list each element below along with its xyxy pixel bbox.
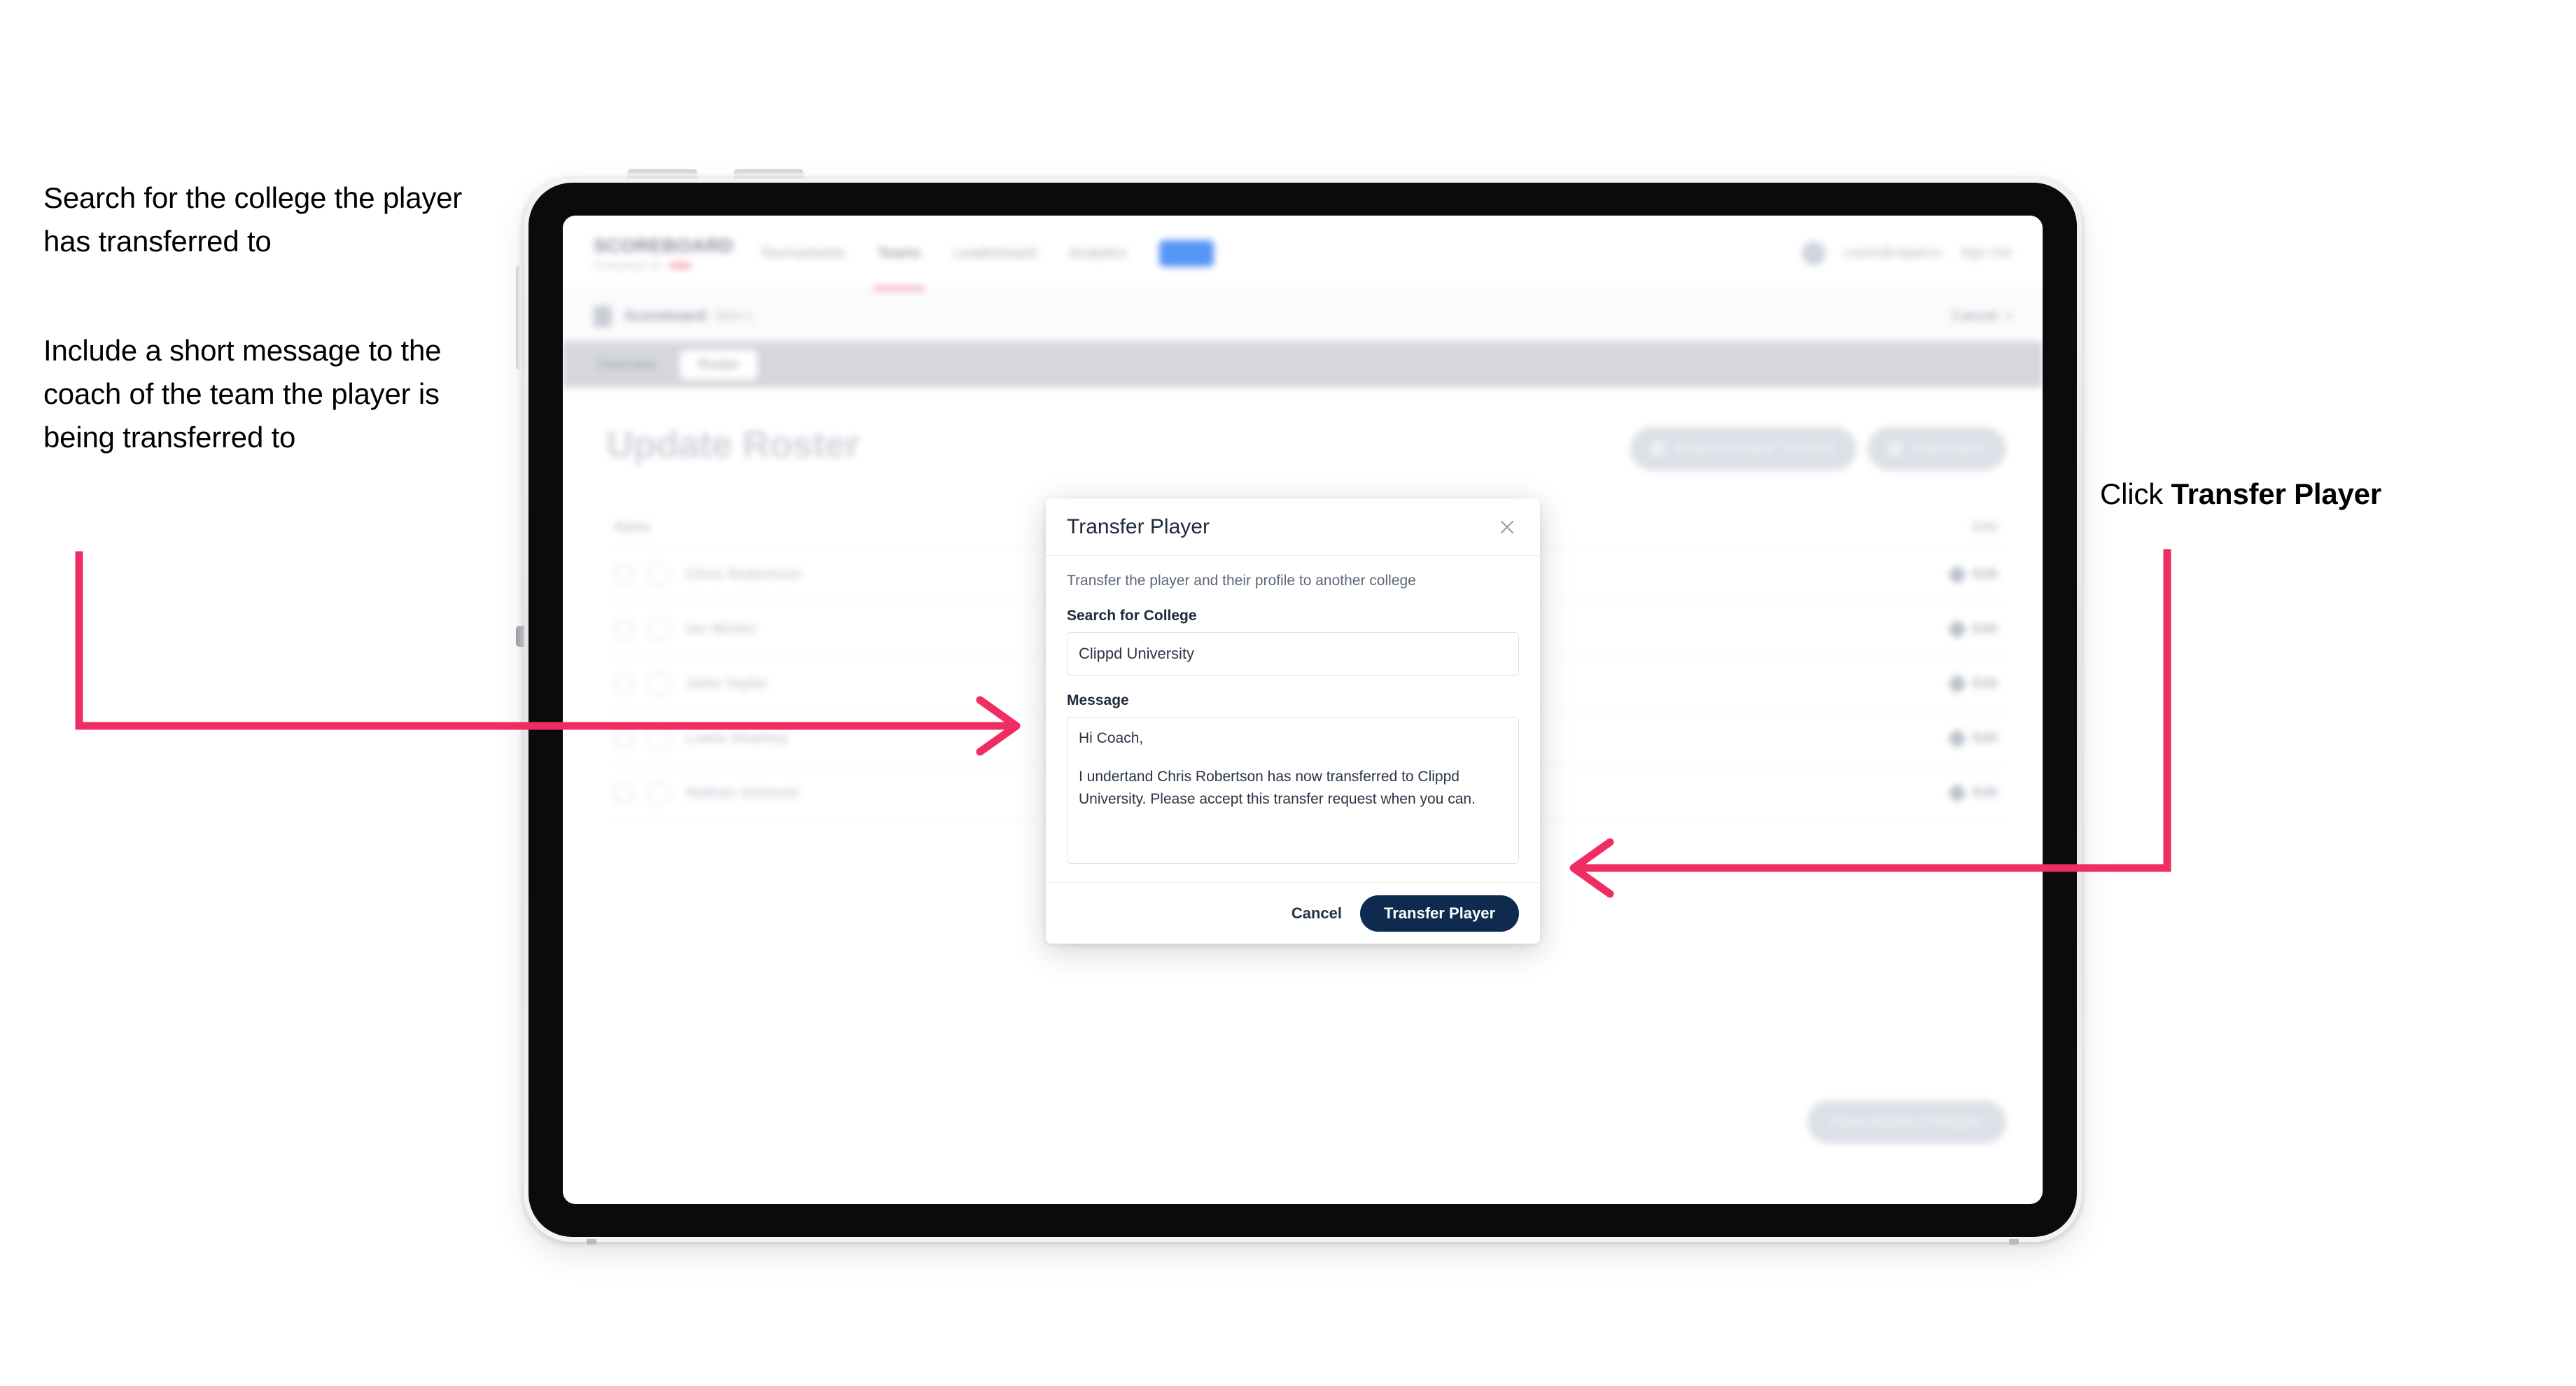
row-checkbox[interactable] xyxy=(615,565,633,584)
breadcrumb-main[interactable]: Scoreboard xyxy=(624,308,706,325)
save-roster-changes-button[interactable]: Save Roster Changes xyxy=(1807,1100,2006,1144)
annotation-click-bold: Transfer Player xyxy=(2171,477,2381,510)
row-checkbox[interactable] xyxy=(615,674,633,693)
column-header-edit: Edit xyxy=(1973,519,1998,535)
edit-label: Edit xyxy=(1973,785,1998,800)
dialog-title: Transfer Player xyxy=(1067,514,1210,538)
request-player-transfer-button[interactable]: Request Player Transfer xyxy=(1630,427,1856,470)
dialog-footer: Cancel Transfer Player xyxy=(1046,882,1540,944)
page-title: Update Roster xyxy=(606,424,860,465)
message-field-label: Message xyxy=(1067,692,1129,708)
player-name: Lewis Sharkey xyxy=(686,729,788,746)
dialog-header: Transfer Player xyxy=(1046,498,1540,556)
row-checkbox[interactable] xyxy=(615,729,633,748)
side-port xyxy=(516,626,524,647)
device-foot-left xyxy=(587,1239,596,1245)
pencil-icon xyxy=(1947,564,1968,584)
column-header-name: Name xyxy=(615,519,651,535)
annotation-click-transfer: Click Transfer Player xyxy=(2100,472,2534,516)
breadcrumb-actions: Cancel ▾ xyxy=(1952,308,2012,325)
annotation-click-prefix: Click xyxy=(2100,477,2171,510)
close-icon[interactable] xyxy=(1495,515,1519,539)
message-body: I undertand Chris Robertson has now tran… xyxy=(1079,768,1476,808)
search-college-input[interactable]: Clippd University xyxy=(1067,632,1519,676)
player-name: Ian Winter xyxy=(686,620,757,637)
pencil-icon xyxy=(1947,728,1968,748)
add-player-button[interactable]: Add Player xyxy=(1867,427,2006,470)
row-edit-action[interactable]: Edit xyxy=(1947,728,1998,748)
breadcrumb-cancel-button[interactable]: Cancel xyxy=(1952,308,1997,325)
tab-bar: Overview Roster xyxy=(563,342,2043,388)
plus-icon xyxy=(1888,442,1903,456)
nav-beta-badge: Beta xyxy=(1159,239,1214,267)
breadcrumb-sub: Men's xyxy=(714,307,754,324)
message-textarea[interactable]: Hi Coach, I undertand Chris Robertson ha… xyxy=(1067,717,1519,864)
pencil-icon xyxy=(1947,619,1968,639)
screenshot-canvas: Search for the college the player has tr… xyxy=(0,0,2576,1386)
download-icon xyxy=(1651,442,1665,456)
page-action-buttons: Request Player Transfer Add Player xyxy=(1630,427,2006,470)
row-edit-action[interactable]: Edit xyxy=(1947,619,1998,639)
player-name: Chris Robertson xyxy=(686,566,802,582)
volume-down-button[interactable] xyxy=(734,169,804,178)
dialog-description: Transfer the player and their profile to… xyxy=(1067,573,1416,589)
request-player-transfer-label: Request Player Transfer xyxy=(1674,440,1835,456)
cancel-button[interactable]: Cancel xyxy=(1292,904,1342,923)
nav-item-leaderboard[interactable]: Leaderboard xyxy=(953,216,1036,290)
college-field-label: Search for College xyxy=(1067,608,1197,624)
player-name: Nathan Vermont xyxy=(686,784,799,801)
brand-accent-mark xyxy=(670,262,692,269)
pencil-icon xyxy=(1947,673,1968,694)
row-checkbox[interactable] xyxy=(615,620,633,638)
nav-item-tournaments[interactable]: Tournaments xyxy=(760,216,845,290)
avatar xyxy=(647,562,671,587)
annotation-search-college: Search for the college the player has tr… xyxy=(43,181,463,258)
add-player-label: Add Player xyxy=(1912,440,1985,456)
player-name: John Taylor xyxy=(686,675,769,692)
save-roster-changes-label: Save Roster Changes xyxy=(1831,1114,1982,1130)
chevron-down-icon[interactable]: ▾ xyxy=(2005,309,2012,323)
edit-label: Edit xyxy=(1973,621,1998,636)
avatar xyxy=(647,671,671,696)
tab-overview[interactable]: Overview xyxy=(580,350,674,380)
volume-up-button[interactable] xyxy=(627,169,697,178)
row-edit-action[interactable]: Edit xyxy=(1947,783,1998,803)
pencil-icon xyxy=(1947,783,1968,803)
row-checkbox[interactable] xyxy=(615,783,633,802)
app-header: SCOREBOARD POWERED BY Tournaments Teams … xyxy=(563,216,2043,291)
row-edit-action[interactable]: Edit xyxy=(1947,564,1998,584)
annotation-include-message: Include a short message to the coach of … xyxy=(43,334,442,454)
row-edit-action[interactable]: Edit xyxy=(1947,673,1998,694)
edit-label: Edit xyxy=(1973,566,1998,582)
brand-subline: POWERED BY xyxy=(594,260,718,271)
user-email: coach@clippd.io xyxy=(1844,245,1942,260)
dialog-body: Transfer the player and their profile to… xyxy=(1046,556,1540,882)
main-navigation: Tournaments Teams Leaderboard Analytics … xyxy=(760,216,1214,290)
nav-item-teams[interactable]: Teams xyxy=(873,216,925,290)
transfer-player-button[interactable]: Transfer Player xyxy=(1360,895,1519,932)
header-user-area: coach@clippd.io Sign Out xyxy=(1802,241,2012,265)
avatar xyxy=(647,780,671,805)
power-button[interactable] xyxy=(516,265,524,370)
edit-label: Edit xyxy=(1973,730,1998,746)
brand-wordmark: SCOREBOARD xyxy=(594,235,734,256)
edit-label: Edit xyxy=(1973,676,1998,691)
transfer-player-dialog: Transfer Player Transfer the player and … xyxy=(1046,498,1540,944)
avatar[interactable] xyxy=(1802,241,1826,265)
app-logo[interactable]: SCOREBOARD POWERED BY xyxy=(594,235,734,271)
nav-item-analytics[interactable]: Analytics xyxy=(1068,216,1127,290)
sign-out-link[interactable]: Sign Out xyxy=(1960,246,2012,261)
device-foot-right xyxy=(2009,1239,2019,1245)
scoreboard-icon xyxy=(594,305,612,327)
message-greeting: Hi Coach, xyxy=(1079,730,1144,746)
avatar xyxy=(647,617,671,641)
tab-roster[interactable]: Roster xyxy=(680,349,758,380)
avatar xyxy=(647,726,671,750)
brand-subline-text: POWERED BY xyxy=(594,260,666,271)
breadcrumb: Scoreboard Men's Cancel ▾ xyxy=(563,291,2043,342)
